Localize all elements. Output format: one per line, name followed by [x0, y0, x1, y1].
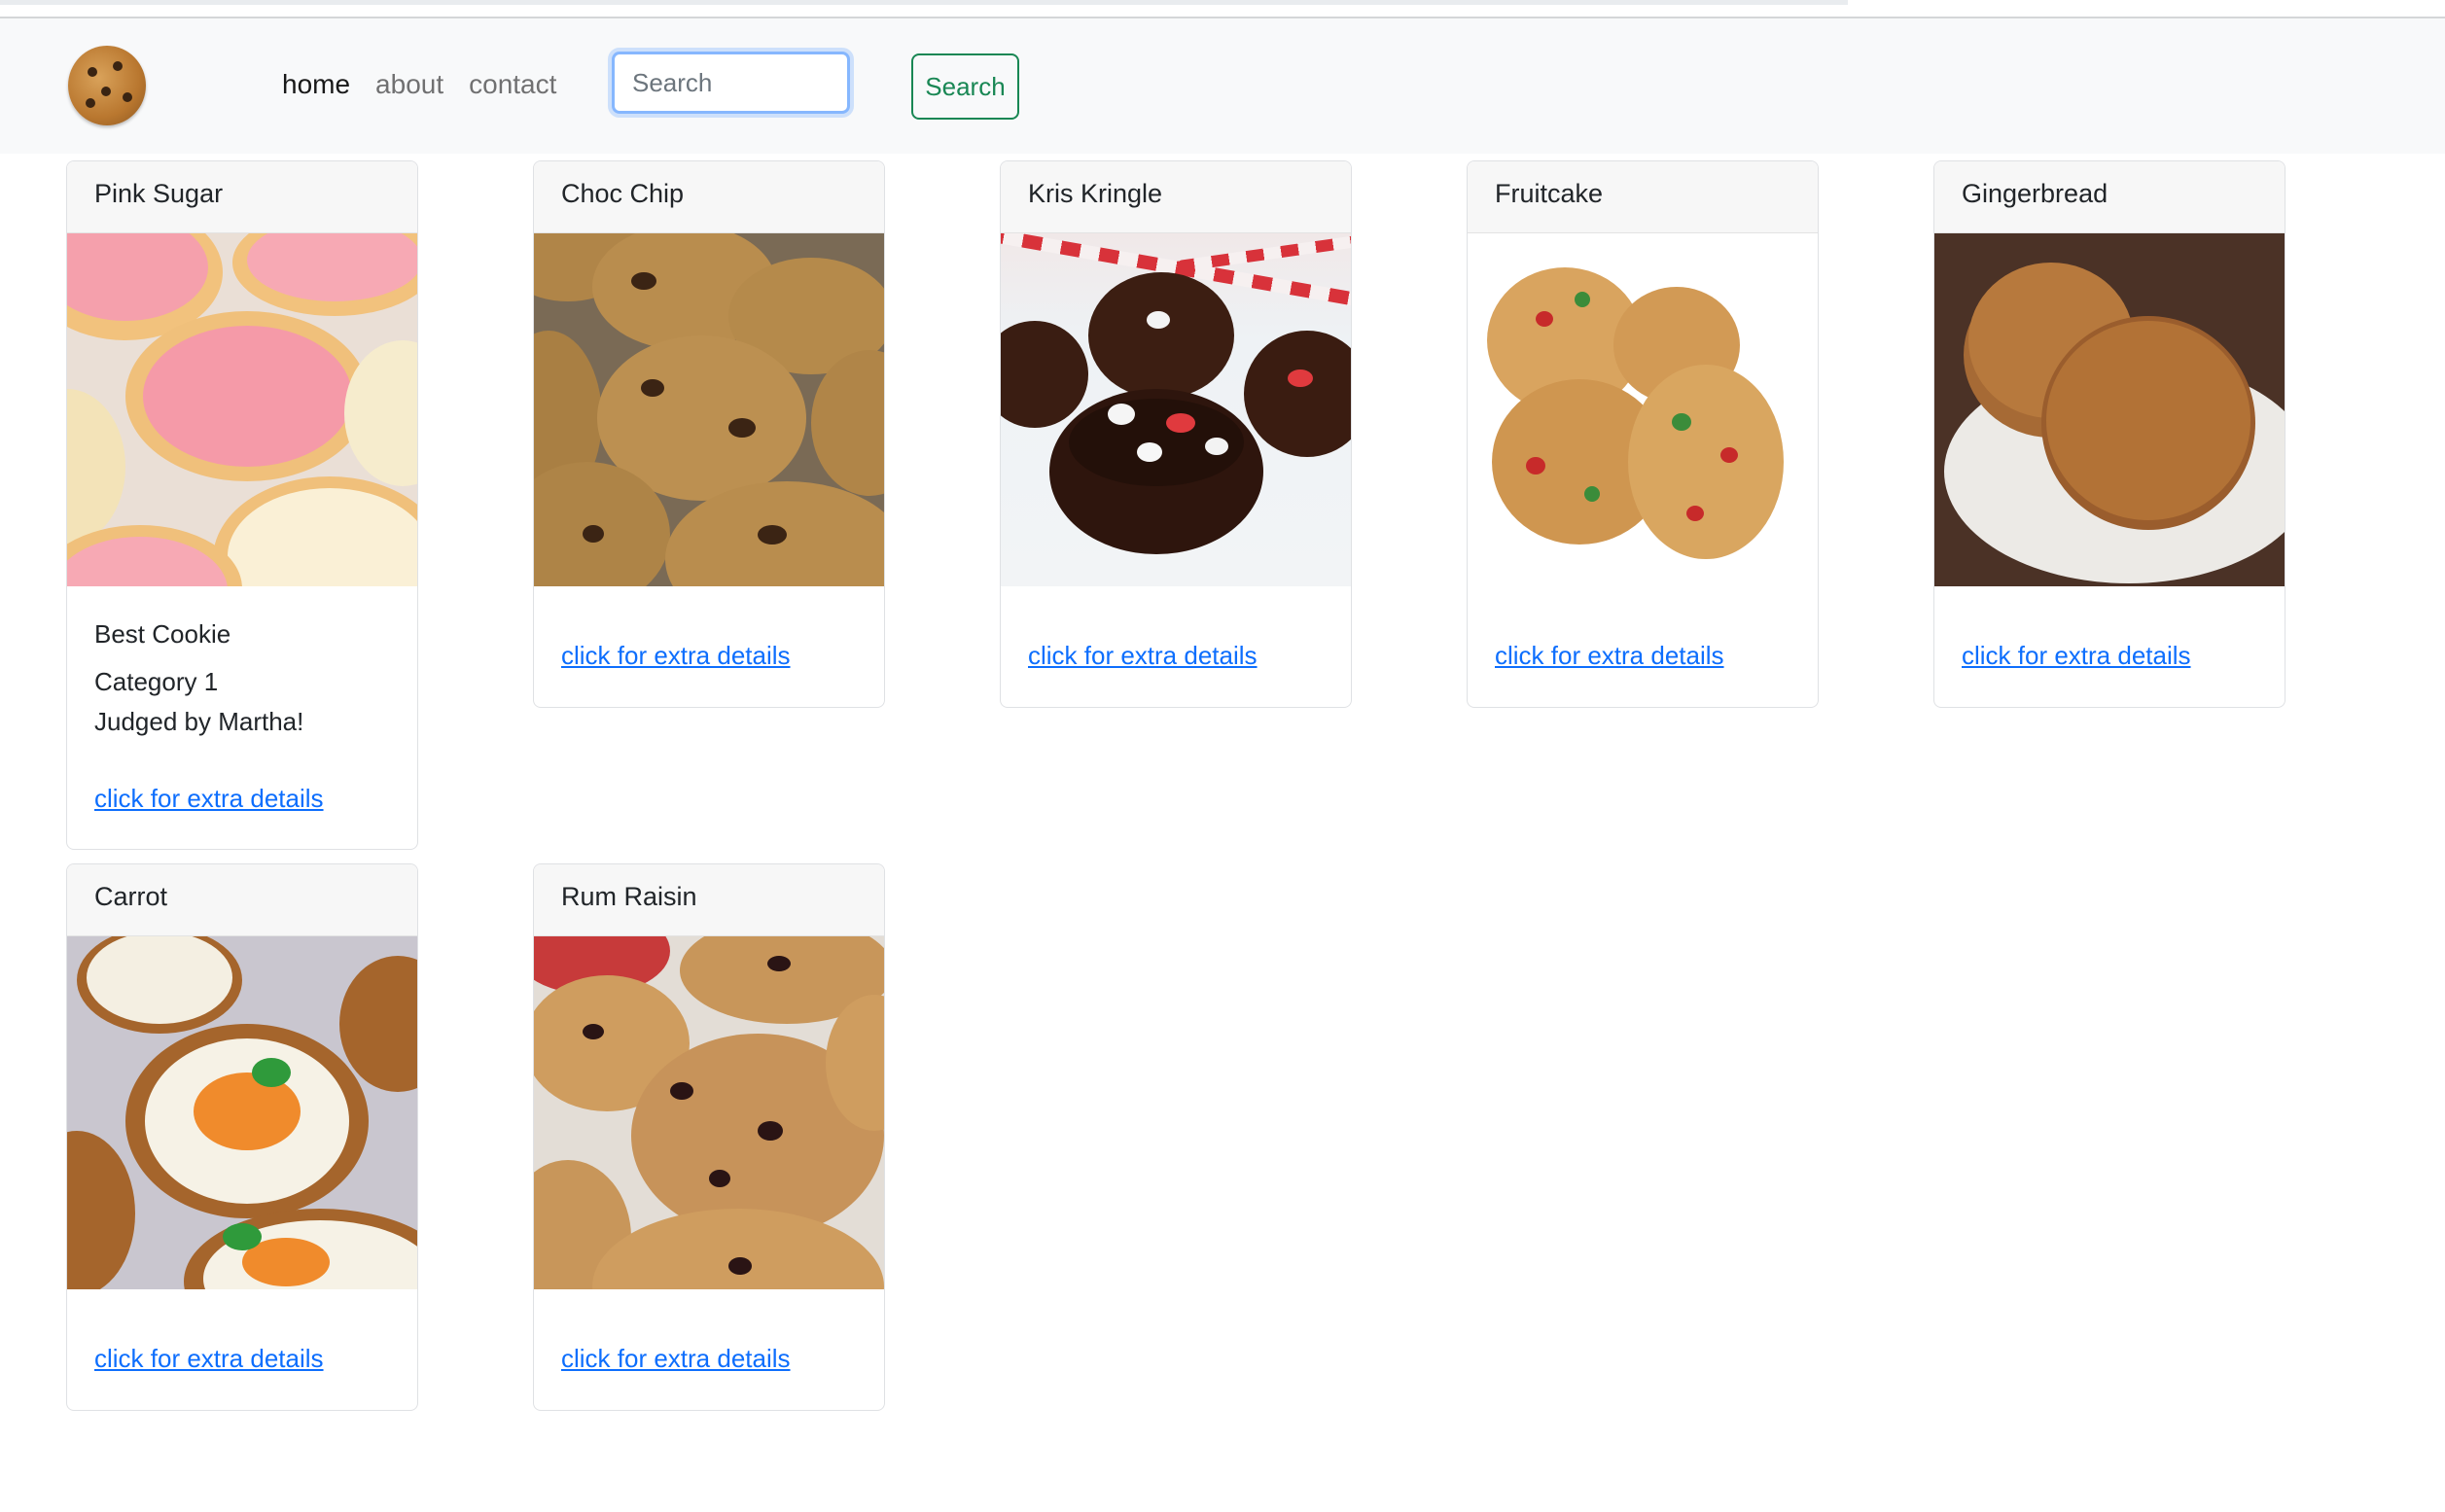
page-load-bar	[0, 0, 1848, 5]
search-button[interactable]: Search	[911, 53, 1019, 120]
card-title: Carrot	[67, 864, 417, 936]
search-input[interactable]	[612, 52, 850, 114]
extra-details-link[interactable]: click for extra details	[561, 641, 791, 671]
extra-details-link[interactable]: click for extra details	[1028, 641, 1258, 671]
cookie-logo-icon[interactable]	[68, 46, 146, 125]
card-title: Rum Raisin	[534, 864, 884, 936]
pink-sugar-cookies-photo	[67, 233, 417, 586]
card-detail-line: Judged by Martha!	[94, 707, 304, 736]
cookie-card-carrot: Carrot click for extra details	[66, 863, 418, 1411]
nav-about-link[interactable]: about	[375, 69, 443, 100]
carrot-cookies-photo	[67, 936, 417, 1289]
cookie-card-gingerbread: Gingerbread click for extra details	[1933, 160, 2286, 708]
kris-kringle-cookies-photo	[1001, 233, 1351, 586]
card-title: Gingerbread	[1934, 161, 2285, 233]
extra-details-link[interactable]: click for extra details	[1495, 641, 1724, 671]
browser-top-strip	[0, 0, 2445, 19]
card-title: Choc Chip	[534, 161, 884, 233]
main-nav: home about contact	[282, 69, 556, 100]
extra-details-link[interactable]: click for extra details	[561, 1344, 791, 1374]
card-title: Fruitcake	[1468, 161, 1818, 233]
cookie-card-choc-chip: Choc Chip click for extra details	[533, 160, 885, 708]
extra-details-link[interactable]: click for extra details	[1962, 641, 2191, 671]
card-detail-line: Category 1	[94, 667, 219, 696]
choc-chip-cookies-photo	[534, 233, 884, 586]
card-detail-line: Best Cookie	[94, 619, 231, 649]
cookie-card-rum-raisin: Rum Raisin click for extra details	[533, 863, 885, 1411]
nav-contact-link[interactable]: contact	[469, 69, 556, 100]
card-title: Pink Sugar	[67, 161, 417, 233]
fruitcake-cookies-photo	[1468, 233, 1818, 586]
nav-home-link[interactable]: home	[282, 69, 350, 100]
gingerbread-cookies-photo	[1934, 233, 2285, 586]
extra-details-link[interactable]: click for extra details	[94, 784, 324, 814]
cookie-card-fruitcake: Fruitcake click for extra details	[1467, 160, 1819, 708]
cookie-card-kris-kringle: Kris Kringle click for extra details	[1000, 160, 1352, 708]
cookie-card-pink-sugar: Pink Sugar Best Cookie Category 1 Judged…	[66, 160, 418, 850]
extra-details-link[interactable]: click for extra details	[94, 1344, 324, 1374]
navbar: home about contact Search	[0, 18, 2445, 154]
rum-raisin-cookies-photo	[534, 936, 884, 1289]
card-title: Kris Kringle	[1001, 161, 1351, 233]
